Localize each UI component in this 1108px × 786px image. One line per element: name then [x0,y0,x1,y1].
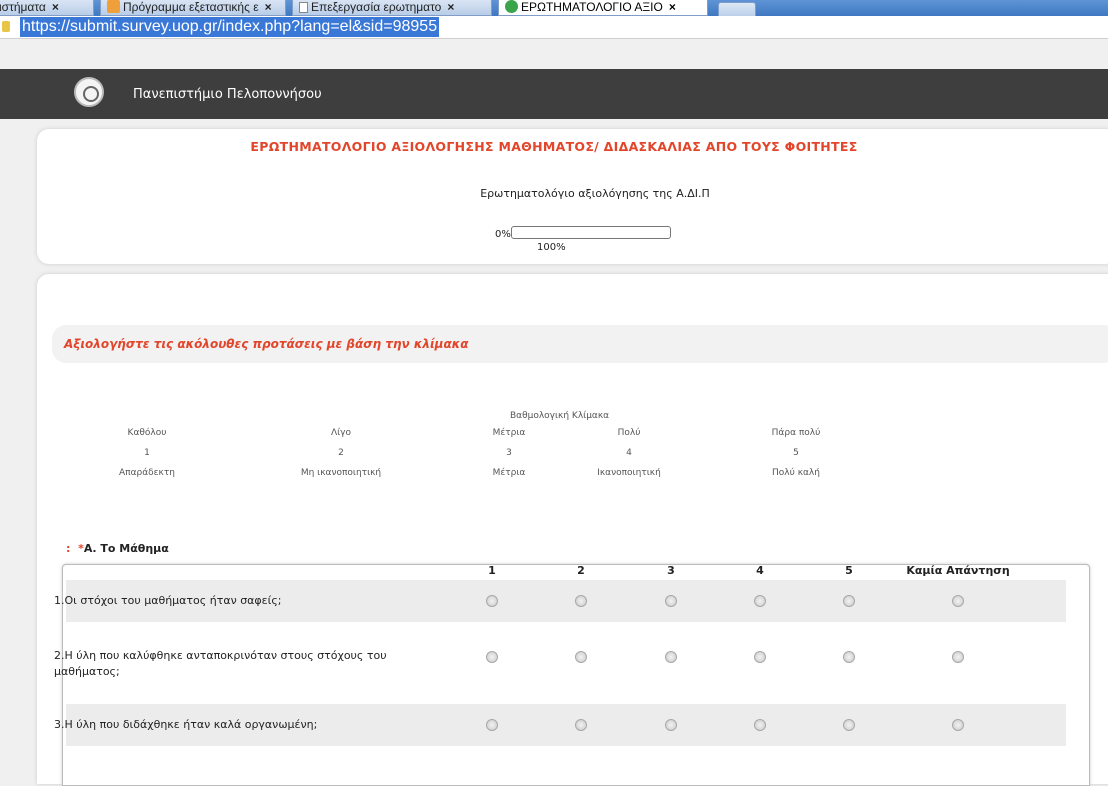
browser-tab-1[interactable]: ιστήματα × [0,0,94,16]
question-row: 1.Οι στόχοι του μαθήματος ήταν σαφείς; [54,580,1066,622]
radio-option-5[interactable] [843,719,855,731]
radio-option-5[interactable] [843,651,855,663]
radio-option-1[interactable] [486,595,498,607]
radio-option-4[interactable] [754,651,766,663]
browser-tab-strip: ιστήματα × Πρόγραμμα εξεταστικής ε × Επεξε… [0,0,1108,16]
tab-label: ιστήματα [0,0,46,14]
question-title-text: Α. Το Μάθημα [83,542,169,555]
question-row: 3.Η ύλη που διδάχθηκε ήταν καλά οργανωμέ… [54,704,1066,746]
address-bar[interactable]: https://submit.survey.uop.gr/index.php?l… [0,16,1108,39]
scale-name: Πολύ [617,428,641,438]
scale-desc: Μη ικανοποιητική [300,468,382,478]
site-name[interactable]: Πανεπιστήμιο Πελοποννήσου [133,87,322,102]
group-title: Αξιολογήστε τις ακόλουθες προτάσεις με β… [64,337,469,351]
row-label: 1.Οι στόχοι του μαθήματος ήταν σαφείς; [54,594,282,607]
close-icon[interactable]: × [669,0,676,14]
scale-number: 1 [144,448,150,458]
checkmark-icon [505,0,518,13]
radio-option-1[interactable] [486,651,498,663]
question-row: 2.Η ύλη που καλύφθηκε ανταποκρινόταν στο… [54,622,1066,700]
scale-number: 4 [626,448,632,458]
radio-option-1[interactable] [486,719,498,731]
scale-name: Λίγο [330,428,352,438]
question-title: : *Α. Το Μάθημα [66,542,169,555]
new-tab-button[interactable] [718,2,756,16]
radio-option-3[interactable] [665,595,677,607]
radio-option-2[interactable] [575,595,587,607]
radio-option-4[interactable] [754,719,766,731]
lock-icon [2,21,10,32]
radio-option-5[interactable] [843,595,855,607]
column-header: Καμία Απάντηση [906,564,1010,577]
scale-desc: Πολύ καλή [772,468,820,478]
scale-column: Πάρα πολύ 5 Πολύ καλή [716,423,876,483]
site-header: Πανεπιστήμιο Πελοποννήσου [0,69,1108,119]
page-icon [299,2,308,13]
progress-start-label: 0% [495,229,511,240]
scale-name: Καθόλου [127,428,167,438]
scale-column: Πολύ 4 Ικανοποιητική [549,423,709,483]
radio-option-3[interactable] [665,719,677,731]
radio-option-4[interactable] [754,595,766,607]
survey-title: ΕΡΩΤΗΜΑΤΟΛΟΓΙΟ ΑΞΙΟΛΟΓΗΣΗΣ ΜΑΘΗΜΑΤΟΣ/ ΔΙ… [250,139,858,154]
radio-option-καμία-απάντηση[interactable] [952,651,964,663]
url-text[interactable]: https://submit.survey.uop.gr/index.php?l… [20,17,440,37]
scale-title: Βαθμολογική Κλίμακα [510,411,610,421]
university-logo [74,77,104,107]
browser-tab-2[interactable]: Πρόγραμμα εξεταστικής ε × [100,0,286,16]
tab-label: ΕΡΩΤΗΜΑΤΟΛΟΓΙΟ ΑΞΙΟ [521,0,663,14]
radio-option-2[interactable] [575,651,587,663]
radio-option-2[interactable] [575,719,587,731]
question-prefix: : [66,542,71,555]
home-icon [107,0,120,13]
scale-desc: Απαράδεκτη [119,468,175,478]
close-icon[interactable]: × [52,0,59,14]
radio-option-καμία-απάντηση[interactable] [952,595,964,607]
row-label: 2.Η ύλη που καλύφθηκε ανταποκρινόταν στο… [54,649,387,678]
browser-tab-3[interactable]: Επεξεργασία ερωτηματο × [292,0,492,16]
scale-number: 5 [793,448,799,458]
radio-option-καμία-απάντηση[interactable] [952,719,964,731]
scale-column: Λίγο 2 Μη ικανοποιητική [261,423,421,483]
progress-end-label: 100% [537,242,566,253]
close-icon[interactable]: × [265,0,272,14]
radio-option-3[interactable] [665,651,677,663]
scale-column: Καθόλου 1 Απαράδεκτη [67,423,227,483]
scale-name: Πάρα πολύ [771,428,821,438]
browser-tab-4-active[interactable]: ΕΡΩΤΗΜΑΤΟΛΟΓΙΟ ΑΞΙΟ × [498,0,708,16]
row-label: 3.Η ύλη που διδάχθηκε ήταν καλά οργανωμέ… [54,718,318,731]
progress-bar [511,226,671,239]
scale-desc: Ικανοποιητική [597,468,661,478]
close-icon[interactable]: × [447,0,454,14]
tab-label: Πρόγραμμα εξεταστικής ε [123,0,259,14]
tab-label: Επεξεργασία ερωτηματο [311,0,442,14]
column-header: 5 [845,564,853,577]
survey-description: Ερωτηματολόγιο αξιολόγησης της Α.ΔΙ.Π [480,187,710,200]
scale-number: 2 [338,448,344,458]
